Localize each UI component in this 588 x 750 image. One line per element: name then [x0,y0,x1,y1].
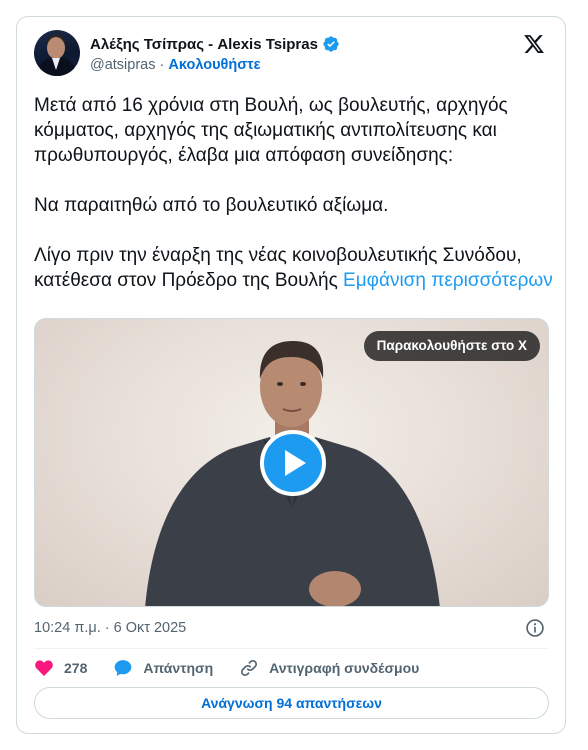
reply-bubble-icon [115,660,132,676]
heart-icon [35,660,53,676]
read-replies-button[interactable]: Ανάγνωση 94 απαντήσεων [34,687,549,719]
reply-button[interactable]: Απάντηση [113,658,213,678]
author-display-name[interactable]: Αλέξης Τσίπρας - Alexis Tsipras [90,36,318,53]
divider [34,648,548,649]
verified-badge-icon [322,35,340,53]
link-icon [241,659,258,677]
handle-separator: · [155,57,169,73]
show-more-link[interactable]: Εμφάνιση περισσότερων [343,270,553,291]
x-logo-icon[interactable] [523,33,545,55]
like-button[interactable]: 278 [34,658,87,678]
author-handle-row: @atsipras · Ακολουθήστε [90,57,260,73]
watch-on-x-badge[interactable]: Παρακολουθήστε στο X [363,331,540,361]
author-name-row: Αλέξης Τσίπρας - Alexis Tsipras [90,34,340,54]
play-icon [285,450,306,476]
info-icon[interactable] [525,618,545,638]
tweet-header: Αλέξης Τσίπρας - Alexis Tsipras @atsipra… [34,30,548,78]
action-bar: 278 Απάντηση Αντιγραφή συνδέσμου [34,657,445,679]
reply-label: Απάντηση [143,660,214,676]
author-handle[interactable]: @atsipras [90,57,156,73]
tweet-timestamp[interactable]: 10:24 π.μ. · 6 Οκτ 2025 [34,620,186,636]
likes-count: 278 [64,660,88,676]
copy-link-label: Αντιγραφή συνδέσμου [269,660,420,676]
play-button[interactable] [260,430,326,496]
timestamp-row: 10:24 π.μ. · 6 Οκτ 2025 [34,618,548,640]
tweet-paragraph: Να παραιτηθώ από το βουλευτικό αξίωμα. [34,195,389,216]
avatar[interactable] [34,30,80,76]
tweet-embed-card: Αλέξης Τσίπρας - Alexis Tsipras @atsipra… [16,16,566,734]
tweet-paragraph-last: Λίγο πριν την έναρξη της νέας κοινοβουλε… [34,243,554,293]
copy-link-button[interactable]: Αντιγραφή συνδέσμου [239,658,419,678]
follow-link[interactable]: Ακολουθήστε [168,57,260,73]
tweet-paragraph: Μετά από 16 χρόνια στη Βουλή, ως βουλευτ… [34,95,508,166]
tweet-text: Μετά από 16 χρόνια στη Βουλή, ως βουλευτ… [34,93,554,318]
video-player[interactable]: Παρακολουθήστε στο X [34,318,549,607]
